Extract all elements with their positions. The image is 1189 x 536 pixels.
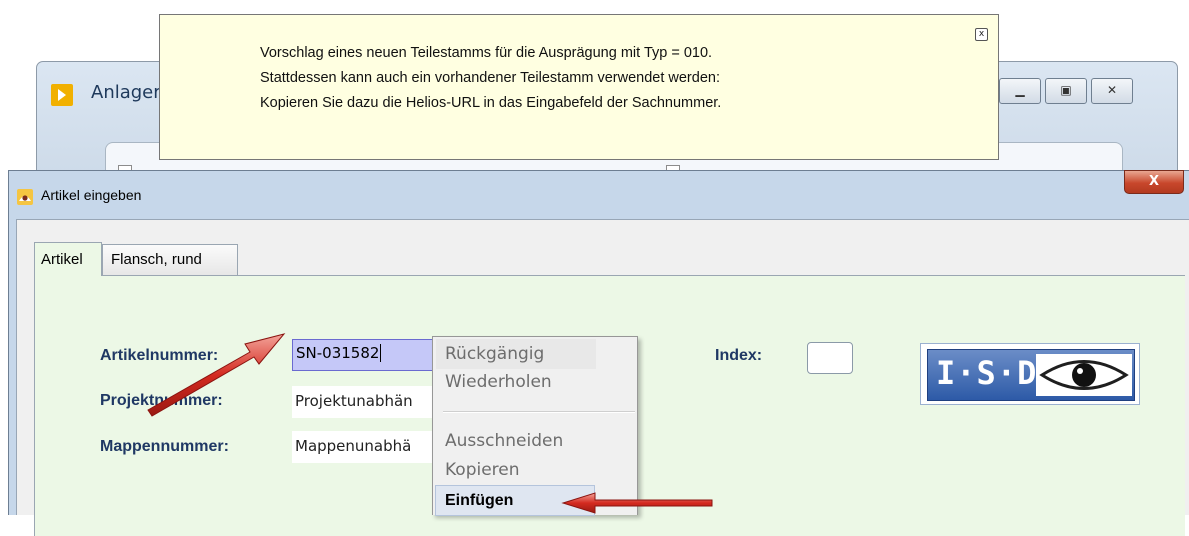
dialog-close-button[interactable]: X — [1124, 170, 1184, 194]
background-close-button[interactable]: ✕ — [1091, 78, 1133, 104]
tab-flansch-rund[interactable]: Flansch, rund — [102, 244, 238, 276]
tooltip-line: Stattdessen kann auch ein vorhandener Te… — [260, 70, 720, 86]
menu-item-wiederholen[interactable]: Wiederholen — [445, 372, 552, 392]
maximize-icon: ▣ — [1060, 83, 1072, 97]
tooltip-close-button[interactable]: x — [975, 28, 988, 41]
index-input[interactable] — [807, 342, 853, 374]
menu-separator — [443, 411, 635, 413]
app-icon — [51, 84, 73, 106]
text-cursor: ​ — [380, 344, 382, 362]
menu-item-ausschneiden[interactable]: Ausschneiden — [445, 431, 563, 451]
projektnummer-label: Projektnummer: — [100, 392, 223, 409]
close-icon: ✕ — [1106, 83, 1118, 97]
dialog-title: Artikel eingeben — [41, 187, 142, 203]
background-window-title: Anlager — [91, 82, 161, 103]
isd-logo: I·S·D — [920, 343, 1140, 405]
minimize-button[interactable]: ▁ — [999, 78, 1041, 104]
index-label: Index: — [715, 347, 763, 364]
tab-artikel[interactable]: Artikel — [34, 242, 102, 276]
projektnummer-input[interactable]: Projektunabhän — [292, 386, 442, 418]
tooltip-text: Vorschlag eines neuen Teilestamms für di… — [260, 41, 721, 116]
artikelnummer-value: SN-031582 — [296, 344, 380, 362]
dialog-titlebar: Artikel eingeben X — [9, 170, 1189, 219]
isd-logo-text: I·S·D — [936, 354, 1038, 392]
info-tooltip: x Vorschlag eines neuen Teilestamms für … — [159, 14, 999, 160]
tooltip-line: Kopieren Sie dazu die Helios-URL in das … — [260, 95, 722, 111]
mappennummer-input[interactable]: Mappenunabhä — [292, 431, 442, 463]
dialog-app-icon — [17, 189, 33, 205]
close-icon: x — [978, 29, 985, 39]
close-icon: X — [1148, 174, 1160, 189]
isd-logo-badge: I·S·D — [927, 349, 1135, 401]
minimize-icon: ▁ — [1015, 83, 1025, 97]
artikelnummer-label: Artikelnummer: — [100, 347, 219, 364]
maximize-button[interactable]: ▣ — [1045, 78, 1087, 104]
menu-item-einfuegen[interactable]: Einfügen — [445, 492, 513, 510]
mappennummer-label: Mappennummer: — [100, 438, 229, 455]
menu-item-kopieren[interactable]: Kopieren — [445, 460, 520, 480]
menu-item-rueckgaengig[interactable]: Rückgängig — [445, 344, 544, 364]
context-menu: Rückgängig Wiederholen Ausschneiden Kopi… — [432, 336, 638, 516]
tooltip-line: Vorschlag eines neuen Teilestamms für di… — [260, 45, 713, 61]
eye-icon — [1036, 354, 1132, 396]
